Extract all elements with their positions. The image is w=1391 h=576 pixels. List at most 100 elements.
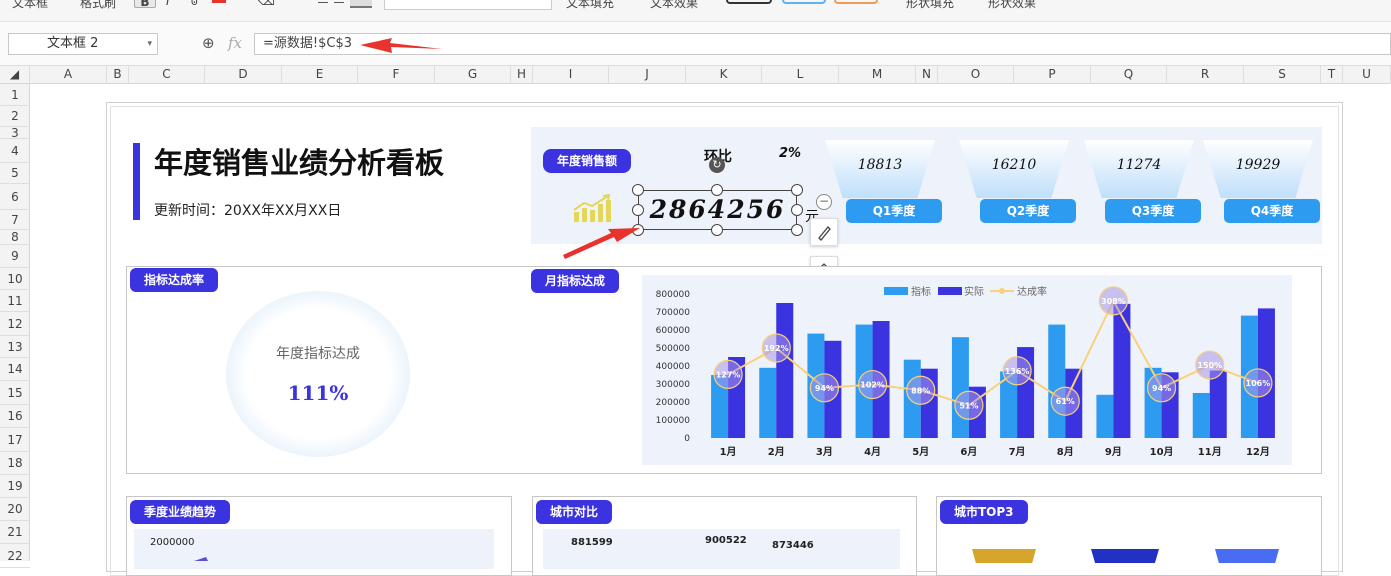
column-header-f[interactable]: F — [358, 66, 435, 84]
name-box[interactable]: 文本框 2 ▾ — [8, 33, 158, 55]
quarter-value-1: 18813 — [857, 157, 903, 173]
shape-style-3[interactable] — [834, 0, 878, 4]
column-header-g[interactable]: G — [435, 66, 511, 84]
select-all-corner[interactable]: ◢ — [0, 66, 30, 84]
update-time: 更新时间：20XX年XX月XX日 — [154, 203, 342, 219]
fx-icon[interactable]: fx — [228, 34, 242, 52]
row-header-13[interactable]: 13 — [0, 336, 30, 358]
formula-bar: 文本框 2 ▾ ⊕ fx =源数据!$C$3 — [0, 22, 1391, 66]
row-header-17[interactable]: 17 — [0, 428, 30, 452]
column-header-j[interactable]: J — [609, 66, 686, 84]
column-header-b[interactable]: B — [107, 66, 129, 84]
column-header-s[interactable]: S — [1244, 66, 1321, 84]
text-box-button[interactable]: 文本框 — [12, 0, 48, 11]
quarter-button-1[interactable]: Q1季度 — [846, 199, 942, 223]
quarter-button-2[interactable]: Q2季度 — [980, 199, 1076, 223]
quarter-value-3: 11274 — [1116, 157, 1162, 173]
shape-style-1[interactable] — [726, 0, 772, 4]
shape-style-2[interactable] — [782, 0, 826, 4]
pen-icon[interactable] — [810, 218, 838, 246]
font-size-box[interactable] — [384, 0, 552, 10]
column-header-i[interactable]: I — [533, 66, 609, 84]
row-header-14[interactable]: 14 — [0, 358, 30, 381]
text-effect-button[interactable]: 文本效果 — [650, 0, 698, 11]
row-header-5[interactable]: 5 — [0, 163, 30, 184]
quarter-button-3[interactable]: Q3季度 — [1105, 199, 1201, 223]
rate-label: 106% — [1246, 379, 1271, 388]
column-header-p[interactable]: P — [1014, 66, 1091, 84]
row-header-22[interactable]: 22 — [0, 544, 30, 568]
column-header-m[interactable]: M — [839, 66, 916, 84]
row-header-16[interactable]: 16 — [0, 405, 30, 428]
column-header-h[interactable]: H — [511, 66, 533, 84]
ribbon-toolbar: 文本框 格式刷 B I ⊍ ⌫ 文本填充 文本效果 形状填充 形状效果 — [0, 0, 1391, 22]
resize-handle-br[interactable] — [791, 224, 803, 236]
row-header-3[interactable]: 3 — [0, 127, 30, 139]
font-color-icon[interactable] — [212, 0, 226, 3]
zoom-icon[interactable]: ⊕ — [202, 34, 215, 52]
row-header-21[interactable]: 21 — [0, 521, 30, 544]
underline-icon[interactable]: ⊍ — [190, 0, 199, 8]
text-fill-button[interactable]: 文本填充 — [566, 0, 614, 11]
bar-actual — [1113, 303, 1131, 438]
rate-label: 308% — [1101, 297, 1126, 306]
column-header-e[interactable]: E — [282, 66, 358, 84]
row-header-11[interactable]: 11 — [0, 290, 30, 312]
resize-handle-tl[interactable] — [632, 184, 644, 196]
y-tick-label: 300000 — [656, 380, 691, 390]
row-header-12[interactable]: 12 — [0, 312, 30, 336]
quarter-value-4: 19929 — [1235, 157, 1281, 173]
row-header-2[interactable]: 2 — [0, 106, 30, 127]
row-header-4[interactable]: 4 — [0, 139, 30, 163]
row-header-20[interactable]: 20 — [0, 498, 30, 521]
rate-label: 61% — [1056, 397, 1075, 406]
column-header-n[interactable]: N — [916, 66, 938, 84]
city-top3-badge: 城市TOP3 — [940, 500, 1028, 524]
quarter-button-4[interactable]: Q4季度 — [1224, 199, 1320, 223]
row-header-6[interactable]: 6 — [0, 184, 30, 210]
rotate-handle-icon[interactable]: ↻ — [709, 157, 725, 173]
italic-button[interactable]: I — [166, 0, 170, 8]
align-center-icon[interactable] — [334, 2, 344, 3]
column-header-c[interactable]: C — [129, 66, 205, 84]
legend-label-actual: 实际 — [964, 285, 984, 298]
resize-handle-tr[interactable] — [791, 184, 803, 196]
column-header-t[interactable]: T — [1321, 66, 1343, 84]
align-bottom-icon[interactable] — [350, 0, 372, 8]
rate-label: 94% — [1152, 384, 1171, 393]
column-header-k[interactable]: K — [686, 66, 762, 84]
column-header-q[interactable]: Q — [1091, 66, 1167, 84]
row-header-7[interactable]: 7 — [0, 210, 30, 230]
resize-handle-bc[interactable] — [711, 224, 723, 236]
column-header-o[interactable]: O — [938, 66, 1014, 84]
quarterly-trend-chart — [134, 529, 494, 569]
row-header-19[interactable]: 19 — [0, 475, 30, 498]
x-tick-label: 7月 — [1009, 446, 1026, 458]
row-header-15[interactable]: 15 — [0, 381, 30, 405]
align-left-icon[interactable] — [318, 2, 328, 3]
row-header-10[interactable]: 10 — [0, 268, 30, 290]
column-header-r[interactable]: R — [1167, 66, 1244, 84]
shape-fill-button[interactable]: 形状填充 — [906, 0, 954, 11]
x-tick-label: 5月 — [912, 446, 929, 458]
shape-effect-button[interactable]: 形状效果 — [988, 0, 1036, 11]
resize-handle-mr[interactable] — [791, 204, 803, 216]
column-header-u[interactable]: U — [1343, 66, 1391, 84]
column-header-d[interactable]: D — [205, 66, 282, 84]
resize-handle-ml[interactable] — [632, 204, 644, 216]
format-painter-button[interactable]: 格式刷 — [80, 0, 116, 11]
column-header-a[interactable]: A — [30, 66, 107, 84]
column-header-l[interactable]: L — [762, 66, 839, 84]
bold-button[interactable]: B — [134, 0, 156, 9]
chevron-down-icon[interactable]: ▾ — [147, 34, 152, 54]
row-header-18[interactable]: 18 — [0, 452, 30, 475]
y-tick-label: 400000 — [656, 362, 691, 372]
collapse-minus-icon[interactable]: − — [816, 194, 832, 210]
resize-handle-tc[interactable] — [711, 184, 723, 196]
row-header-8[interactable]: 8 — [0, 230, 30, 245]
eraser-icon[interactable]: ⌫ — [258, 0, 275, 8]
x-tick-label: 8月 — [1057, 446, 1074, 458]
gauge-value: 111% — [287, 381, 349, 405]
row-header-9[interactable]: 9 — [0, 245, 30, 268]
row-header-1[interactable]: 1 — [0, 84, 30, 106]
